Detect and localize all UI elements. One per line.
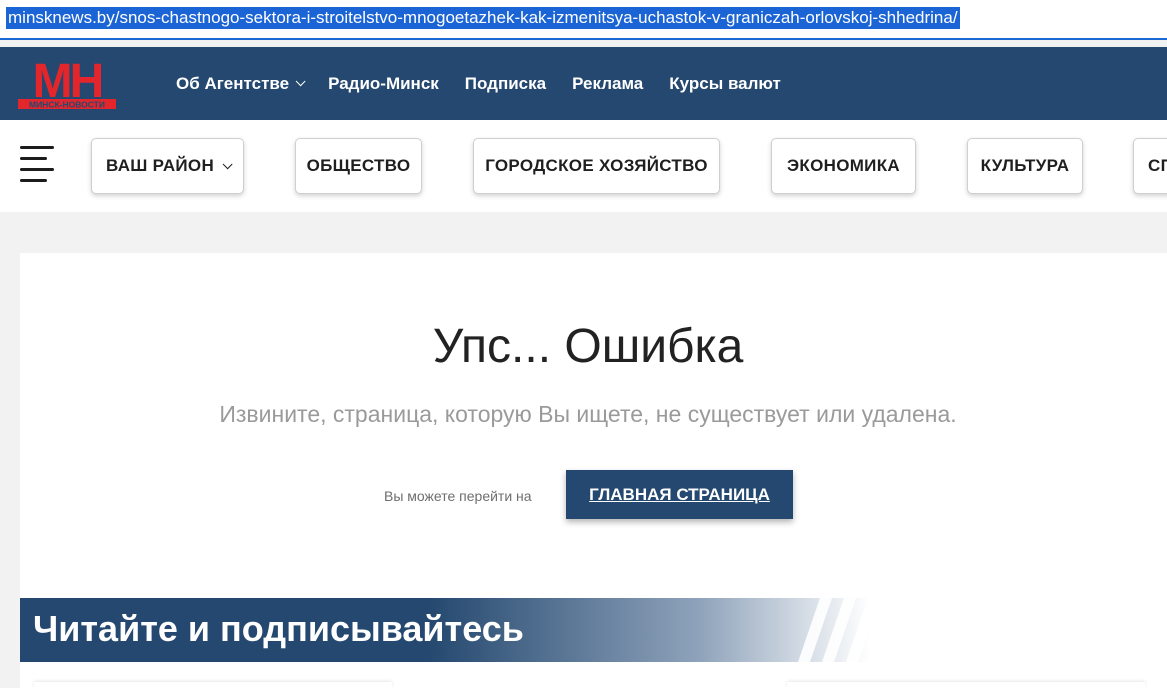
category-economics[interactable]: ЭКОНОМИКА (771, 138, 916, 194)
category-your-district[interactable]: ВАШ РАЙОН (91, 138, 244, 194)
site-header: МН МИНСК-НОВОСТИ Об Агентстве Радио-Минс… (0, 47, 1167, 120)
nav-about[interactable]: Об Агентстве (176, 73, 306, 94)
category-city-economy[interactable]: ГОРОДСКОЕ ХОЗЯЙСТВО (473, 138, 720, 194)
category-culture[interactable]: КУЛЬТУРА (967, 138, 1083, 194)
error-title: Упс... Ошибка (432, 320, 744, 373)
top-nav: Об Агентстве Радио-Минск Подписка Реклам… (176, 47, 781, 120)
nav-radio-minsk[interactable]: Радио-Минск (328, 74, 439, 94)
nav-subscription[interactable]: Подписка (465, 74, 546, 94)
logo-mark: МН МИНСК-НОВОСТИ (18, 55, 116, 110)
category-your-district-label: ВАШ РАЙОН (105, 156, 215, 175)
logo-caption: МИНСК-НОВОСТИ (29, 100, 105, 110)
chevron-down-icon (222, 158, 233, 169)
goto-text: Вы можете перейти на (384, 488, 532, 504)
news-card-preview (787, 682, 1145, 688)
news-card-preview (34, 682, 392, 688)
category-society[interactable]: ОБЩЕСТВО (295, 138, 422, 194)
nav-advertising[interactable]: Реклама (572, 74, 643, 94)
banner-title: Читайте и подписывайтесь (33, 608, 524, 649)
nav-currency-rates[interactable]: Курсы валют (669, 74, 781, 94)
menu-icon[interactable] (20, 143, 54, 182)
error-subtitle: Извините, страница, которую Вы ищете, не… (219, 401, 957, 427)
address-bar[interactable]: minsknews.by/snos-chastnogo-sektora-i-st… (0, 0, 1167, 40)
nav-about-label: Об Агентстве (176, 73, 290, 93)
url-text[interactable]: minsknews.by/snos-chastnogo-sektora-i-st… (6, 7, 960, 29)
stripes-decoration (798, 598, 870, 662)
category-bar: ВАШ РАЙОН ОБЩЕСТВО ГОРОДСКОЕ ХОЗЯЙСТВО Э… (0, 120, 1167, 212)
chevron-down-icon (295, 76, 306, 87)
category-sport[interactable]: СП (1133, 138, 1167, 194)
subscribe-banner: Читайте и подписывайтесь (20, 598, 870, 662)
site-logo[interactable]: МН МИНСК-НОВОСТИ (18, 55, 116, 111)
home-page-button[interactable]: ГЛАВНАЯ СТРАНИЦА (566, 470, 793, 519)
